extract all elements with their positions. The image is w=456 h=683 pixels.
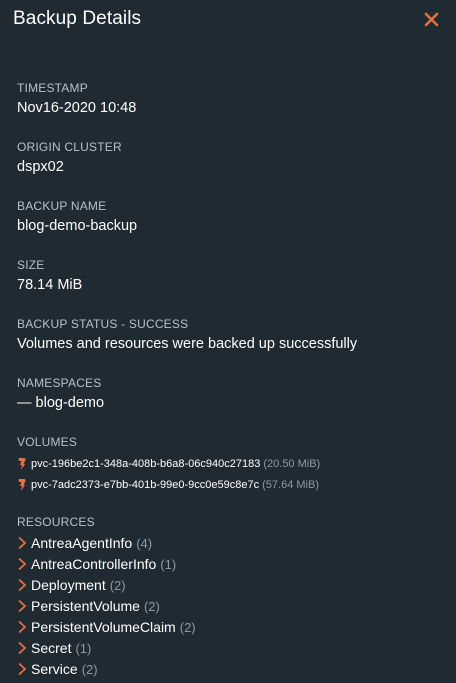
backup-status-value: Volumes and resources were backed up suc… (17, 336, 358, 352)
chevron-right-icon (18, 578, 27, 592)
chevron-right-icon (18, 662, 27, 676)
size-label: SIZE (17, 258, 45, 272)
volume-name: pvc-196be2c1-348a-408b-b6a8-06c940c27183 (31, 458, 261, 470)
volumes-label: VOLUMES (17, 435, 78, 449)
volume-item: pvc-7adc2373-e7bb-401b-99e0-9cc0e59c8e7c… (17, 477, 319, 493)
origin-cluster-label: ORIGIN CLUSTER (17, 140, 122, 154)
resource-name: PersistentVolume (31, 598, 140, 614)
size-value: 78.14 MiB (17, 277, 83, 293)
resource-count: (1) (75, 640, 92, 656)
resource-count: (2) (179, 619, 196, 635)
panel-title: Backup Details (13, 8, 142, 29)
chevron-right-icon (18, 641, 27, 655)
resource-count: (2) (109, 577, 126, 593)
volume-icon (18, 479, 26, 491)
resource-count: (4) (136, 535, 153, 551)
resource-item-antreacontrollerinfo[interactable]: AntreaControllerInfo (1) (17, 555, 176, 573)
resource-name: AntreaAgentInfo (31, 535, 133, 551)
chevron-right-icon (18, 620, 27, 634)
resources-label: RESOURCES (17, 515, 95, 529)
resource-item-persistentvolume[interactable]: PersistentVolume (2) (17, 597, 160, 615)
volume-icon (18, 458, 26, 470)
close-button[interactable] (420, 8, 442, 30)
timestamp-label: TIMESTAMP (17, 81, 88, 95)
resource-name: Service (31, 661, 78, 677)
resource-name: AntreaControllerInfo (31, 556, 157, 572)
resource-item-antreaagentinfo[interactable]: AntreaAgentInfo (4) (17, 534, 152, 552)
resource-count: (2) (81, 661, 98, 677)
close-icon (424, 12, 439, 27)
backup-status-label: BACKUP STATUS - SUCCESS (17, 317, 189, 331)
resource-item-persistentvolumeclaim[interactable]: PersistentVolumeClaim (2) (17, 618, 196, 636)
resource-name: PersistentVolumeClaim (31, 619, 176, 635)
resource-item-service[interactable]: Service (2) (17, 660, 98, 678)
volume-size: (57.64 MiB) (262, 479, 319, 491)
resource-name: Secret (31, 640, 72, 656)
namespace-item: — blog-demo (17, 395, 105, 411)
namespaces-label: NAMESPACES (17, 376, 102, 390)
resource-item-secret[interactable]: Secret (1) (17, 639, 91, 657)
chevron-right-icon (18, 599, 27, 613)
resource-name: Deployment (31, 577, 106, 593)
backup-name-label: BACKUP NAME (17, 199, 107, 213)
timestamp-value: Nov16-2020 10:48 (17, 100, 137, 116)
chevron-right-icon (18, 536, 27, 550)
backup-details-panel: Backup Details TIMESTAMP Nov16-2020 10:4… (0, 0, 456, 683)
volume-item: pvc-196be2c1-348a-408b-b6a8-06c940c27183… (17, 456, 320, 472)
backup-name-value: blog-demo-backup (17, 218, 138, 234)
resource-count: (1) (160, 556, 177, 572)
resource-item-deployment[interactable]: Deployment (2) (17, 576, 126, 594)
resource-count: (2) (143, 598, 160, 614)
chevron-right-icon (18, 557, 27, 571)
volume-size: (20.50 MiB) (263, 458, 321, 470)
volume-name: pvc-7adc2373-e7bb-401b-99e0-9cc0e59c8e7c (31, 479, 260, 491)
origin-cluster-value: dspx02 (17, 159, 64, 175)
